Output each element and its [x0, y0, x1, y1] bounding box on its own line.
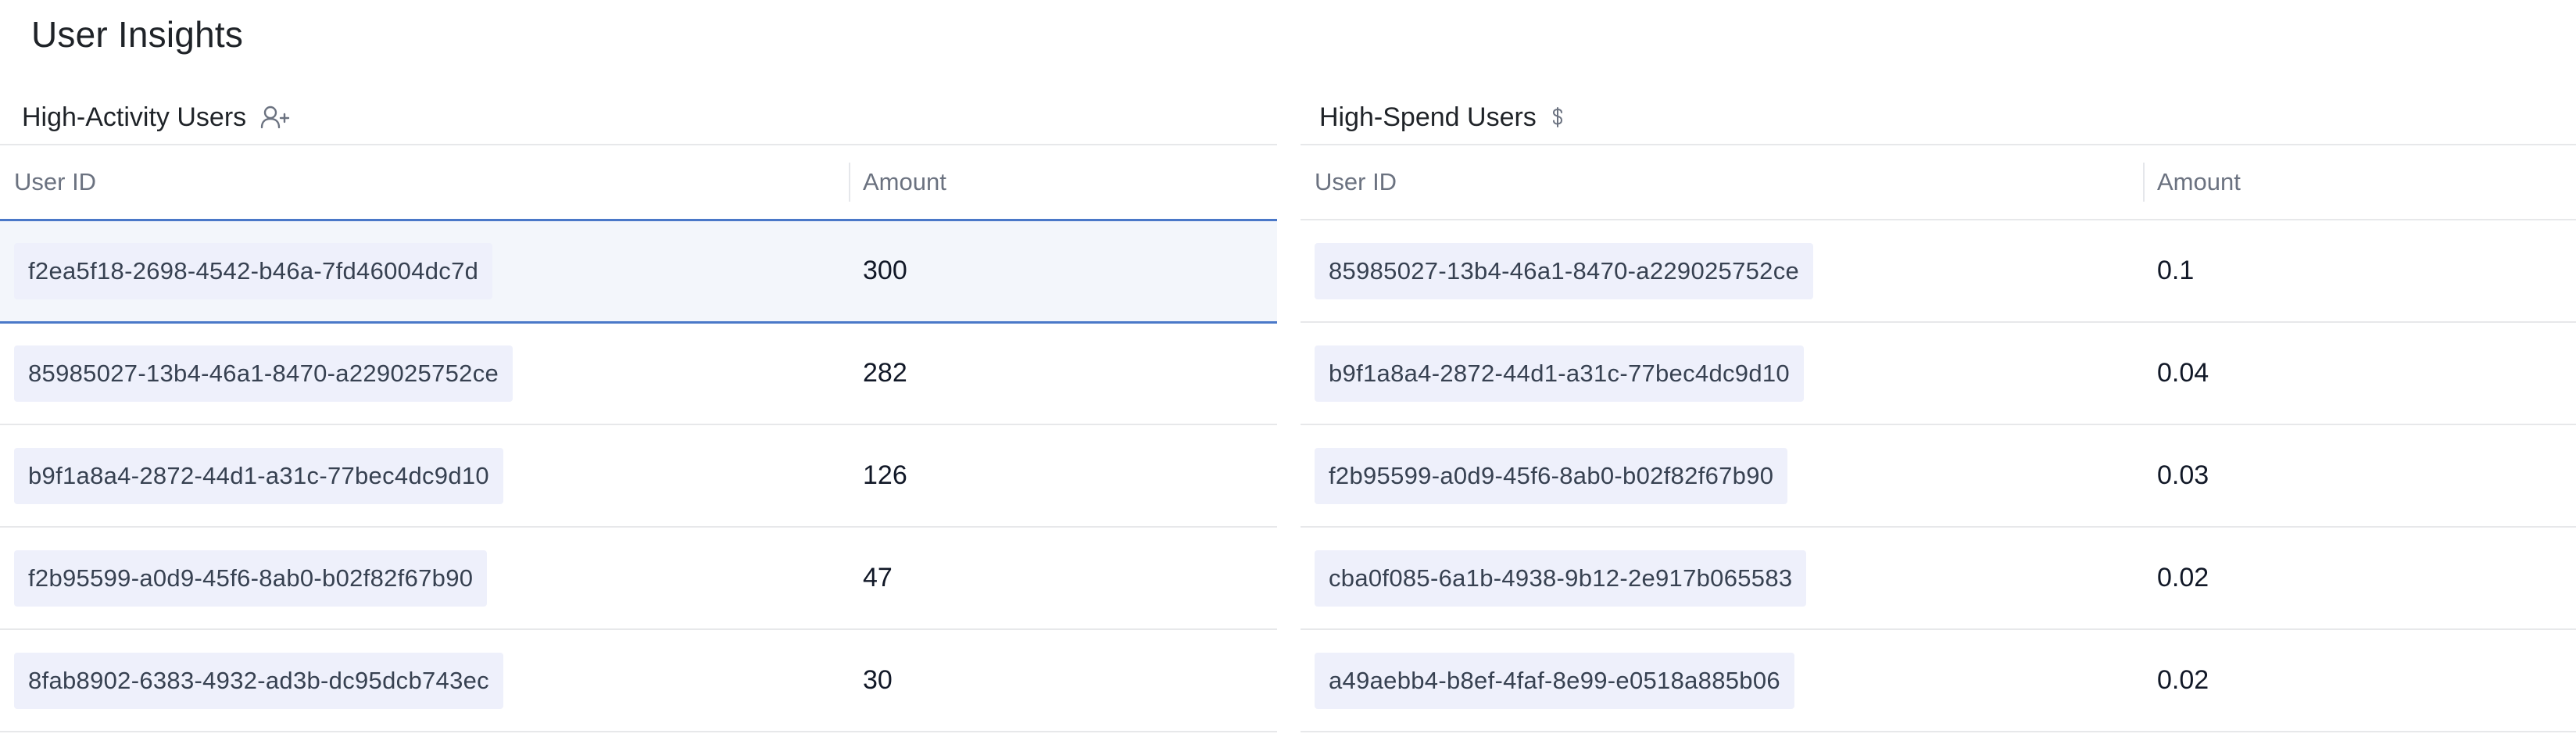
user-id-column-header[interactable]: User ID: [0, 144, 849, 220]
amount-cell: 126: [849, 424, 1277, 528]
high-spend-title: High-Spend Users: [1319, 102, 1537, 132]
user-insights-page: User Insights High-Activity Users User I…: [0, 0, 2576, 741]
table-row[interactable]: 85985027-13b4-46a1-8470-a229025752ce 0.1: [1301, 220, 2576, 323]
user-id-cell: a49aebb4-b8ef-4faf-8e99-e0518a885b06: [1301, 629, 2143, 732]
page-title: User Insights: [31, 14, 244, 55]
user-id-chip[interactable]: a49aebb4-b8ef-4faf-8e99-e0518a885b06: [1315, 652, 1794, 709]
amount-cell: 0.03: [2143, 424, 2576, 528]
user-id-chip[interactable]: f2b95599-a0d9-45f6-8ab0-b02f82f67b90: [14, 549, 488, 607]
table-row[interactable]: 8fab8902-6383-4932-ad3b-dc95dcb743ec 30: [0, 629, 1277, 732]
high-activity-table: User ID Amount f2ea5f18-2698-4542-b46a-7…: [0, 144, 1277, 732]
table-row[interactable]: f2b95599-a0d9-45f6-8ab0-b02f82f67b90 0.0…: [1301, 424, 2576, 528]
amount-cell: 0.02: [2143, 629, 2576, 732]
user-id-cell: b9f1a8a4-2872-44d1-a31c-77bec4dc9d10: [1301, 322, 2143, 425]
user-id-cell: f2b95599-a0d9-45f6-8ab0-b02f82f67b90: [1301, 424, 2143, 528]
high-spend-header: High-Spend Users: [1301, 91, 2576, 144]
amount-cell: 0.1: [2143, 220, 2576, 323]
high-spend-panel: High-Spend Users User ID Amount 85985027…: [1301, 91, 2576, 732]
user-id-chip[interactable]: 85985027-13b4-46a1-8470-a229025752ce: [1315, 242, 1814, 299]
user-id-cell: cba0f085-6a1b-4938-9b12-2e917b065583: [1301, 527, 2143, 630]
high-activity-panel: High-Activity Users User ID Amount f2ea5…: [0, 91, 1277, 732]
table-header-row: User ID Amount: [0, 144, 1277, 220]
user-id-cell: 85985027-13b4-46a1-8470-a229025752ce: [0, 322, 849, 425]
user-id-cell: f2b95599-a0d9-45f6-8ab0-b02f82f67b90: [0, 527, 849, 630]
table-row[interactable]: cba0f085-6a1b-4938-9b12-2e917b065583 0.0…: [1301, 527, 2576, 630]
amount-cell: 282: [849, 322, 1277, 425]
user-id-column-header[interactable]: User ID: [1301, 144, 2143, 220]
user-id-cell: f2ea5f18-2698-4542-b46a-7fd46004dc7d: [0, 218, 849, 324]
amount-column-header[interactable]: Amount: [849, 144, 1277, 220]
user-id-cell: b9f1a8a4-2872-44d1-a31c-77bec4dc9d10: [0, 424, 849, 528]
table-row[interactable]: f2b95599-a0d9-45f6-8ab0-b02f82f67b90 47: [0, 527, 1277, 630]
high-activity-title: High-Activity Users: [22, 102, 247, 132]
amount-cell: 0.02: [2143, 527, 2576, 630]
amount-column-header[interactable]: Amount: [2143, 144, 2576, 220]
user-id-chip[interactable]: b9f1a8a4-2872-44d1-a31c-77bec4dc9d10: [14, 447, 503, 504]
user-id-chip[interactable]: 85985027-13b4-46a1-8470-a229025752ce: [14, 345, 513, 402]
table-header-row: User ID Amount: [1301, 144, 2576, 220]
table-row[interactable]: f2ea5f18-2698-4542-b46a-7fd46004dc7d 300: [0, 218, 1277, 324]
user-id-chip[interactable]: f2ea5f18-2698-4542-b46a-7fd46004dc7d: [14, 242, 493, 299]
amount-cell: 30: [849, 629, 1277, 732]
user-id-chip[interactable]: f2b95599-a0d9-45f6-8ab0-b02f82f67b90: [1315, 447, 1788, 504]
amount-cell: 300: [849, 218, 1277, 324]
table-row[interactable]: b9f1a8a4-2872-44d1-a31c-77bec4dc9d10 126: [0, 424, 1277, 528]
user-plus-icon: [260, 105, 290, 130]
amount-cell: 47: [849, 527, 1277, 630]
table-row[interactable]: b9f1a8a4-2872-44d1-a31c-77bec4dc9d10 0.0…: [1301, 322, 2576, 425]
user-id-cell: 85985027-13b4-46a1-8470-a229025752ce: [1301, 220, 2143, 323]
table-row[interactable]: 85985027-13b4-46a1-8470-a229025752ce 282: [0, 322, 1277, 425]
user-id-cell: 8fab8902-6383-4932-ad3b-dc95dcb743ec: [0, 629, 849, 732]
user-id-chip[interactable]: b9f1a8a4-2872-44d1-a31c-77bec4dc9d10: [1315, 345, 1804, 402]
table-row[interactable]: a49aebb4-b8ef-4faf-8e99-e0518a885b06 0.0…: [1301, 629, 2576, 732]
high-spend-table: User ID Amount 85985027-13b4-46a1-8470-a…: [1301, 144, 2576, 732]
dollar-icon: [1551, 106, 1565, 129]
user-id-chip[interactable]: 8fab8902-6383-4932-ad3b-dc95dcb743ec: [14, 652, 503, 709]
user-id-chip[interactable]: cba0f085-6a1b-4938-9b12-2e917b065583: [1315, 549, 1807, 607]
amount-cell: 0.04: [2143, 322, 2576, 425]
high-activity-header: High-Activity Users: [0, 91, 1277, 144]
